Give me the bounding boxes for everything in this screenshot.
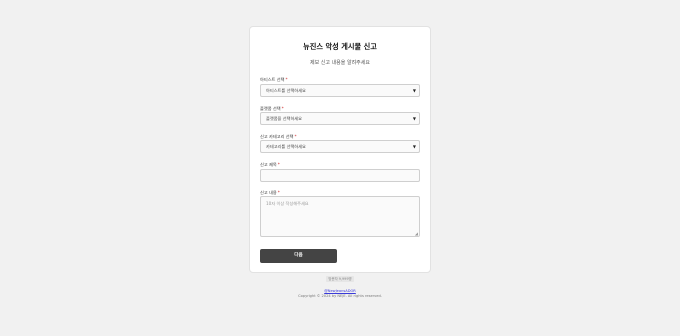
visitor-counter: 방문자 9,999명 (326, 276, 354, 282)
chevron-down-icon: ▼ (412, 88, 416, 93)
artist-select-value: 아티스트를 선택하세요 (266, 88, 306, 93)
report-title-label-text: 신고 제목 (260, 162, 277, 167)
platform-label-text: 플랫폼 선택 (260, 106, 281, 111)
chevron-down-icon: ▼ (412, 144, 416, 149)
required-mark: * (277, 190, 280, 195)
required-mark: * (294, 134, 297, 139)
report-content-textarea[interactable]: 10자 이상 작성해주세요 ◢ (260, 196, 420, 237)
required-mark: * (285, 77, 288, 82)
required-mark: * (281, 106, 284, 111)
platform-select-value: 플랫폼을 선택하세요 (266, 116, 303, 121)
report-title-input[interactable] (260, 169, 420, 182)
resize-grip-icon[interactable]: ◢ (415, 231, 418, 236)
report-title-label: 신고 제목* (260, 162, 280, 168)
report-content-label-text: 신고 내용 (260, 190, 277, 195)
required-mark: * (277, 162, 280, 167)
chevron-down-icon: ▼ (412, 116, 416, 121)
artist-label-text: 아티스트 선택 (260, 77, 285, 82)
next-button[interactable]: 다음 (260, 249, 337, 263)
artist-select[interactable]: 아티스트를 선택하세요 ▼ (260, 84, 420, 97)
report-content-placeholder: 10자 이상 작성해주세요 (266, 201, 309, 206)
footer-link[interactable]: @NewJeansADOR (0, 289, 680, 293)
page-subtitle: 제보 신고 내용을 알려주세요 (310, 60, 370, 66)
footer-copyright: Copyright © 2024 by NEJE. All rights res… (298, 294, 382, 298)
category-label-text: 신고 카테고리 선택 (260, 134, 294, 139)
category-select-value: 카테고리를 선택하세요 (266, 144, 306, 149)
category-select[interactable]: 카테고리를 선택하세요 ▼ (260, 140, 420, 153)
platform-select[interactable]: 플랫폼을 선택하세요 ▼ (260, 112, 420, 125)
artist-label: 아티스트 선택* (260, 77, 288, 83)
page-title: 뉴진스 악성 게시물 신고 (303, 42, 377, 51)
